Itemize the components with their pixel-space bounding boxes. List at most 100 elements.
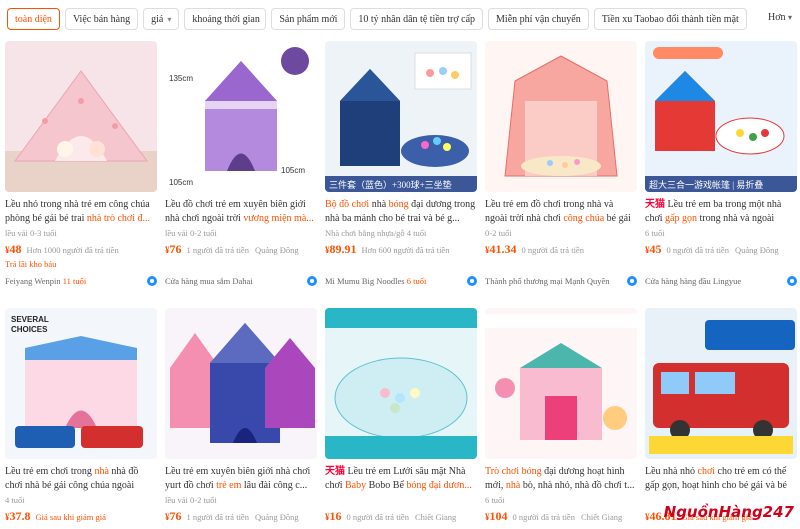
title-segment: công chúa [563,213,605,224]
store-name[interactable]: Mi Mumu Big Noodles [325,276,405,286]
sales-count: 0 người đã trả tiền [346,512,409,522]
product-title[interactable]: Lều đồ chơi trẻ em xuyên biên giới nhà c… [165,198,317,226]
chat-icon[interactable] [147,276,157,286]
product-title[interactable]: Lều trẻ em xuyên biên giới nhà chơi yurt… [165,465,317,493]
product-attributes [325,495,477,507]
store-name[interactable]: Feiyang Wenpin [5,276,61,286]
chat-icon[interactable] [307,276,317,286]
product-photo [645,41,797,192]
sales-count: 0 người đã trả tiền [666,245,729,255]
product-title[interactable]: 天猫 Lều trẻ em ba trong một nhà chơi gấp … [645,198,797,226]
product-image[interactable]: SEVERAL CHOICES [5,308,157,459]
product-image[interactable] [645,308,797,459]
product-image[interactable]: 135cm 105cm 105cm [165,41,317,192]
filter-chip[interactable]: Việc bán hàng [64,8,139,30]
chevron-down-icon: ▾ [167,14,172,24]
product-card[interactable]: Trò chơi bóng đại dương hoạt hình mới, n… [485,308,637,525]
filter-chip-label: Tiền xu Taobao đổi thành tiền mặt [601,13,739,25]
sales-count: 1 người đã trả tiền [186,512,249,522]
title-segment: bóng đại dươn... [406,480,472,491]
store-age: 6 tuổi [406,276,427,286]
product-card[interactable]: Lều nhà nhỏ chơi cho trẻ em có thể gấp g… [645,308,797,525]
store-name[interactable]: Cửa hàng hàng đầu Lingyue [645,276,741,286]
product-image[interactable]: 超大三合一游戏帐篷 | 易折叠 [645,41,797,192]
store-age: 11 tuổi [62,276,87,286]
product-image[interactable]: 三件套（蓝色）+300球+三坐垫 [325,41,477,192]
title-segment: chơi [697,466,716,477]
product-image[interactable] [325,308,477,459]
product-price: ¥76 [165,242,182,257]
title-segment: Lều nhà nhỏ [645,466,698,477]
product-photo: SEVERALCHOICES [5,308,157,459]
filter-chip[interactable]: Sản phẩm mới [271,8,346,30]
filter-chip-label: toàn diện [15,13,52,25]
product-card[interactable]: SEVERAL CHOICES Lều trẻ em chơi trong nhà … [5,308,157,525]
price-value: 48 [9,242,22,256]
more-filters-button[interactable]: Hơn ▾ [768,12,792,23]
filter-chip[interactable]: khoảng thời gian [184,8,267,30]
store-row[interactable]: Feiyang Wenpin 11 tuổi [5,275,157,287]
product-image[interactable] [485,41,637,192]
product-photo: 135cm 105cm 105cm [165,41,317,192]
product-price: ¥37.8 [5,509,31,524]
filter-chip[interactable]: Miễn phí vận chuyển [488,8,589,30]
chat-icon[interactable] [627,276,637,286]
title-segment: nhà [94,466,109,477]
product-image[interactable] [485,308,637,459]
filter-chip[interactable]: Tiền xu Taobao đổi thành tiền mặt [593,8,747,30]
more-label: Hơn [767,12,786,23]
product-title[interactable]: Lều nhỏ trong nhà trẻ em công chúa phòng… [5,198,157,226]
filter-chip-label: giá [151,13,164,25]
store-row[interactable]: Mi Mumu Big Noodles 6 tuổi [325,275,477,287]
product-attributes: 6 tuổi [485,495,505,505]
product-image[interactable] [165,308,317,459]
svg-text:135cm: 135cm [169,74,193,83]
product-title[interactable]: Lều nhà nhỏ chơi cho trẻ em có thể gấp g… [645,465,797,493]
title-segment: bò, nhà nhỏ, nhà đồ chơi t... [520,480,635,491]
filter-chip[interactable]: toàn diện [7,8,60,30]
product-card[interactable]: 135cm 105cm 105cm Lều đồ chơi trẻ em xuyên … [165,41,317,287]
store-row[interactable]: Cửa hàng hàng đầu Lingyue [645,275,797,287]
product-title[interactable]: 天猫 Lều trẻ em Lưới sâu mặt Nhà chơi Baby… [325,465,477,493]
store-row[interactable]: Thành phố thương mại Mạnh Quyên [485,275,637,287]
store-info: Cửa hàng mua sắm Dahai [165,276,253,286]
svg-text:105cm: 105cm [281,166,305,175]
product-card[interactable]: Lều nhỏ trong nhà trẻ em công chúa phòng… [5,41,157,287]
product-title[interactable]: Lều trẻ em chơi trong nhà nhà đồ chơi nh… [5,465,157,493]
chat-icon[interactable] [787,276,797,286]
product-card[interactable]: 天猫 Lều trẻ em Lưới sâu mặt Nhà chơi Baby… [325,308,477,525]
product-title[interactable]: Bộ đồ chơi nhà bóng đại dương trong nhà … [325,198,477,226]
seller-location: Chiết Giang [414,512,457,522]
sales-count: Hơn 1000 người đã trả tiền [26,245,119,255]
product-card[interactable]: Lều trẻ em đồ chơi trong nhà và ngoài tr… [485,41,637,287]
product-title[interactable]: Lều trẻ em đồ chơi trong nhà và ngoài tr… [485,198,637,226]
product-price: ¥89.91 [325,242,357,257]
title-segment: bóng [388,199,409,210]
product-attributes: 4 tuổi [5,495,25,505]
product-image[interactable] [5,41,157,192]
seller-location: Quảng Đông [254,512,299,522]
filter-chip[interactable]: giá ▾ [143,8,180,30]
product-price: ¥104 [485,509,508,524]
product-card[interactable]: 三件套（蓝色）+300球+三坐垫 Bộ đồ chơi nhà bóng đại … [325,41,477,287]
title-segment: nhà [369,199,389,210]
chat-icon[interactable] [467,276,477,286]
product-title[interactable]: Trò chơi bóng đại dương hoạt hình mới, n… [485,465,637,493]
store-name[interactable]: Thành phố thương mại Mạnh Quyên [485,276,610,286]
price-value: 76 [169,242,182,256]
promo-tag: Trả lãi kho báu [5,259,57,269]
filter-chip[interactable]: 10 tỷ nhân dân tệ tiền trợ cấp [350,8,484,30]
store-name[interactable]: Cửa hàng mua sắm Dahai [165,276,253,286]
product-attributes: 0-2 tuổi [485,228,512,238]
price-value: 16 [329,509,342,523]
product-card[interactable]: Lều trẻ em xuyên biên giới nhà chơi yurt… [165,308,317,525]
chevron-down-icon: ▾ [787,13,792,22]
price-row: ¥76 1 người đã trả tiền Quảng Đông [165,242,317,258]
store-row[interactable]: Cửa hàng mua sắm Dahai [165,275,317,287]
product-card[interactable]: 超大三合一游戏帐篷 | 易折叠天猫 Lều trẻ em ba trong mộ… [645,41,797,287]
price-value: 76 [169,509,182,523]
product-price: ¥48 [5,242,22,257]
